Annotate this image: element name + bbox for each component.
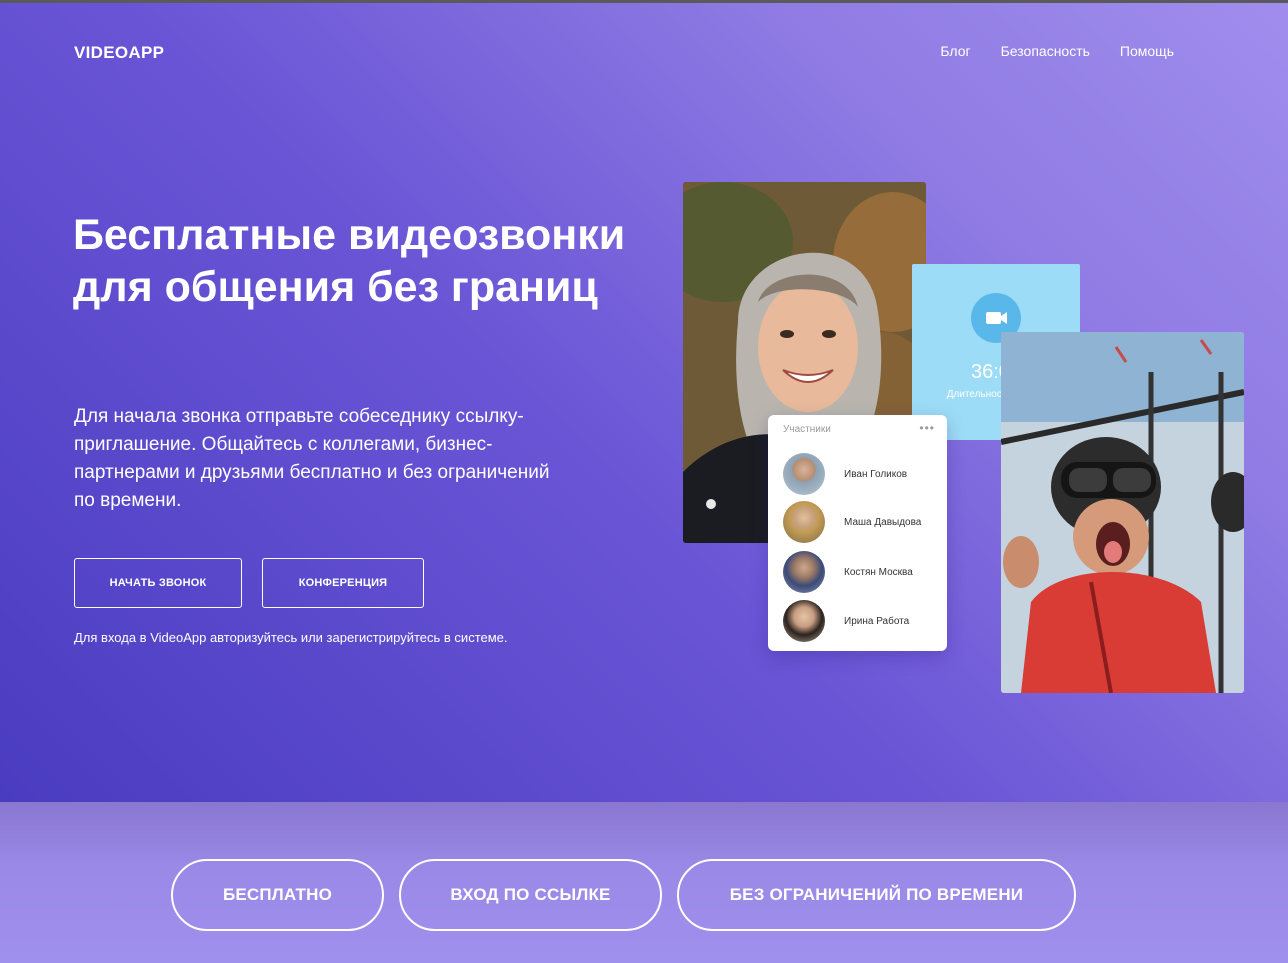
more-options-icon[interactable]: ••• [919,421,935,435]
features-strip: БЕСПЛАТНО ВХОД ПО ССЫЛКЕ БЕЗ ОГРАНИЧЕНИЙ… [0,802,1288,963]
participants-title: Участники [783,424,831,435]
nav-link-help[interactable]: Помощь [1120,43,1174,59]
avatar [783,600,825,642]
hero-section: VIDEOAPP Блог Безопасность Помощь Беспла… [0,0,1288,802]
avatar [783,501,825,543]
avatar [783,453,825,495]
hero-headline: Бесплатные видеозвонки для общения без г… [73,211,626,311]
conference-button[interactable]: КОНФЕРЕНЦИЯ [262,558,424,608]
participant-name: Ирина Работа [844,615,910,627]
main-nav: Блог Безопасность Помощь [940,43,1174,59]
participant-item[interactable]: Маша Давыдова [783,501,943,543]
participant-name: Иван Голиков [844,468,908,480]
participant-name: Маша Давыдова [844,516,922,528]
participants-card: Участники ••• Иван Голиков Маша Давыдова… [768,415,947,651]
auth-note: Для входа в VideoApp авторизуйтесь или з… [74,630,508,645]
participant-name: Костян Москва [844,566,913,578]
feature-pill-free[interactable]: БЕСПЛАТНО [171,859,384,931]
hero-description: Для начала звонка отправьте собеседнику … [74,406,550,511]
man-photo-illustration [1001,332,1244,693]
participant-item[interactable]: Ирина Работа [783,600,943,642]
avatar [783,551,825,593]
nav-link-security[interactable]: Безопасность [1001,43,1090,59]
start-call-button[interactable]: НАЧАТЬ ЗВОНОК [74,558,242,608]
logo[interactable]: VIDEOAPP [74,43,164,63]
nav-link-blog[interactable]: Блог [940,43,970,59]
participant-item[interactable]: Иван Голиков [783,453,943,495]
video-tile-man [1001,332,1244,693]
feature-pill-no-time-limit[interactable]: БЕЗ ОГРАНИЧЕНИЙ ПО ВРЕМЕНИ [677,859,1076,931]
feature-pill-link-login[interactable]: ВХОД ПО ССЫЛКЕ [399,859,662,931]
participant-item[interactable]: Костян Москва [783,551,943,593]
